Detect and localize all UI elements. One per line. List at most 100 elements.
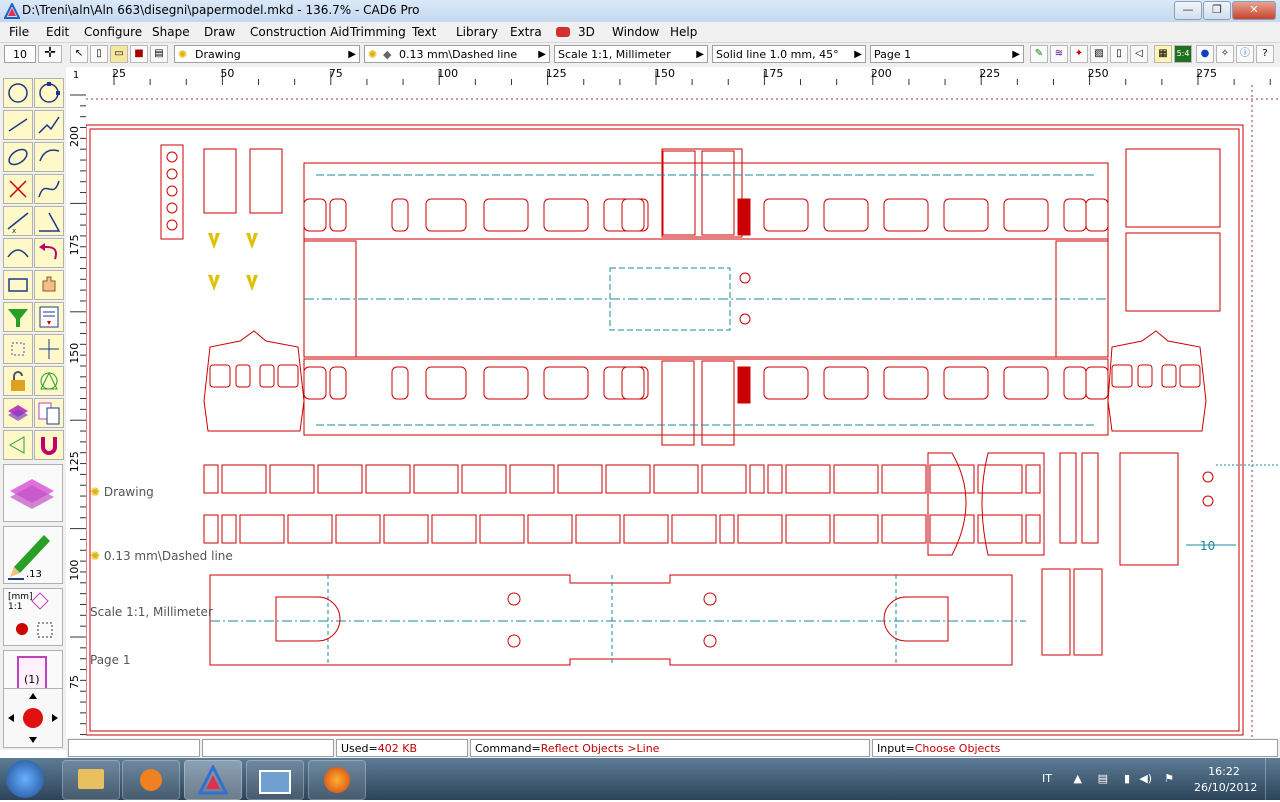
navigation-pad[interactable]	[3, 688, 63, 748]
cad-drawing[interactable]	[86, 85, 1280, 738]
panel-strip-piece	[1025, 464, 1041, 494]
page-icon[interactable]: ▯	[1110, 45, 1128, 63]
menu-shape[interactable]: Shape	[152, 25, 190, 39]
menu-trimming[interactable]: Trimming	[350, 25, 406, 39]
car-window	[1063, 366, 1087, 400]
volume-icon[interactable]: ◀)	[1139, 772, 1152, 785]
select-points-icon[interactable]	[3, 334, 33, 364]
show-desktop-button[interactable]	[1265, 758, 1280, 800]
menu-library[interactable]: Library	[456, 25, 498, 39]
flag-icon[interactable]: ⚑	[1164, 772, 1174, 785]
intersect-tool-icon[interactable]	[3, 174, 33, 204]
cad6-taskbar-icon[interactable]	[184, 760, 242, 800]
lock-icon[interactable]	[3, 366, 33, 396]
circle-points-tool-icon[interactable]	[34, 78, 64, 108]
undo-icon[interactable]	[34, 238, 64, 268]
drawing-canvas[interactable]: ✺ Drawing ✺ 0.13 mm\Dashed line Scale 1:…	[86, 85, 1280, 738]
copy-pages-icon[interactable]	[34, 398, 64, 428]
pointer-icon[interactable]: ↖	[70, 45, 88, 63]
panel-strip-piece	[239, 514, 285, 544]
rectangle-tool-icon[interactable]	[3, 270, 33, 300]
panel-strip-piece	[881, 464, 927, 494]
polyline-tool-icon[interactable]	[34, 110, 64, 140]
snap-geometry-icon[interactable]	[34, 366, 64, 396]
grid-icon[interactable]: ▦	[1154, 45, 1172, 63]
filter-funnel-icon[interactable]	[3, 302, 33, 332]
minimize-button[interactable]: —	[1174, 1, 1202, 20]
layer-select[interactable]: ✺ Drawing ▶	[174, 45, 360, 63]
image-viewer-taskbar-icon[interactable]	[246, 760, 304, 800]
window-title: D:\Treni\aln\Aln 663\disegni\papermodel.…	[22, 3, 420, 17]
media-player-taskbar-icon[interactable]	[122, 760, 180, 800]
pen-green-icon[interactable]: ✎	[1030, 45, 1048, 63]
line-tool-icon[interactable]	[3, 110, 33, 140]
menu-configure[interactable]: Configure	[84, 25, 142, 39]
layer-panel-button[interactable]	[3, 464, 63, 522]
page-select[interactable]: Page 1 ▶	[870, 45, 1024, 63]
status-field-2	[202, 739, 334, 757]
scale-select[interactable]: Scale 1:1, Millimeter ▶	[554, 45, 708, 63]
ellipse-arc-tool-icon[interactable]	[34, 142, 64, 172]
pen-select[interactable]: ✺ ◆ 0.13 mm\Dashed line ▶	[364, 45, 550, 63]
cross-axis-icon[interactable]	[34, 334, 64, 364]
clock-date[interactable]: 26/10/2012	[1194, 781, 1257, 794]
status-bar: Used=402 KB Command=Reflect Objects >Lin…	[66, 738, 1280, 758]
eraser-icon: ◆	[383, 48, 392, 61]
circle-tool-icon[interactable]	[3, 78, 33, 108]
magnet-icon[interactable]	[34, 430, 64, 460]
menu-draw[interactable]: Draw	[204, 25, 235, 39]
menu-window[interactable]: Window	[612, 25, 659, 39]
tray-arrow-icon[interactable]: ▲	[1074, 772, 1082, 785]
car-window	[621, 366, 645, 400]
firefox-taskbar-icon[interactable]	[308, 760, 366, 800]
snap-icon[interactable]: ✦	[1070, 45, 1088, 63]
3d-view-icon[interactable]: ●	[1196, 45, 1214, 63]
print-icon[interactable]: ▤	[150, 45, 168, 63]
close-button[interactable]: ✕	[1232, 1, 1276, 20]
menu-edit[interactable]: Edit	[46, 25, 69, 39]
menu-construction-aid[interactable]: Construction Aid	[250, 25, 349, 39]
dimension-tool-icon[interactable]: x	[3, 206, 33, 236]
tools-icon[interactable]: ✧	[1216, 45, 1234, 63]
layers-stack-icon[interactable]	[3, 398, 33, 428]
hatch-icon[interactable]: ▨	[1090, 45, 1108, 63]
start-button[interactable]	[6, 760, 44, 798]
angle-dimension-tool-icon[interactable]	[34, 206, 64, 236]
grid-size-field[interactable]: 10	[4, 45, 36, 63]
clock-time[interactable]: 16:22	[1194, 765, 1254, 778]
network-icon[interactable]: ▤	[1098, 772, 1108, 785]
ellipse-tool-icon[interactable]	[3, 142, 33, 172]
fill-select[interactable]: Solid line 1.0 mm, 45° ▶	[712, 45, 866, 63]
signal-icon[interactable]: ▮	[1124, 772, 1130, 785]
arc-tool-icon[interactable]	[3, 238, 33, 268]
crosshair-icon[interactable]: ✛	[38, 45, 62, 63]
panel-strip-piece	[737, 514, 783, 544]
menu-text[interactable]: Text	[412, 25, 436, 39]
hand-pan-icon[interactable]	[34, 270, 64, 300]
save-icon[interactable]: ■	[130, 45, 148, 63]
open-folder-icon[interactable]: ▭	[110, 45, 128, 63]
explorer-taskbar-icon[interactable]	[62, 760, 120, 800]
display-icon[interactable]: 5:4	[1174, 45, 1192, 63]
ruler-label: 125	[68, 451, 81, 472]
main-toolbar: 10 ✛ ↖ ▯ ▭ ■ ▤ ✺ Drawing ▶ ✺ ◆ 0.13 mm\Da…	[0, 43, 1280, 67]
layer-select-value: Drawing	[195, 48, 241, 61]
menu-3d[interactable]: 3D	[578, 25, 595, 39]
info-icon[interactable]: ⓘ	[1236, 45, 1254, 63]
panel-strip-piece	[461, 464, 507, 494]
language-indicator[interactable]: IT	[1042, 772, 1052, 785]
help-icon[interactable]: ?	[1256, 45, 1274, 63]
spline-tool-icon[interactable]	[34, 174, 64, 204]
reflect-icon[interactable]: ◁	[1130, 45, 1148, 63]
scale-panel-button[interactable]: [mm] 1:1	[3, 588, 63, 646]
new-file-icon[interactable]: ▯	[90, 45, 108, 63]
menu-extra[interactable]: Extra	[510, 25, 542, 39]
menu-help[interactable]: Help	[670, 25, 697, 39]
pen-panel-button[interactable]: .13	[3, 526, 63, 584]
menu-file[interactable]: File	[9, 25, 29, 39]
layers-icon[interactable]: ≋	[1050, 45, 1068, 63]
mirror-icon[interactable]	[3, 430, 33, 460]
panel-strip-piece	[383, 514, 429, 544]
properties-list-icon[interactable]	[34, 302, 64, 332]
maximize-button[interactable]: ❐	[1203, 1, 1231, 20]
